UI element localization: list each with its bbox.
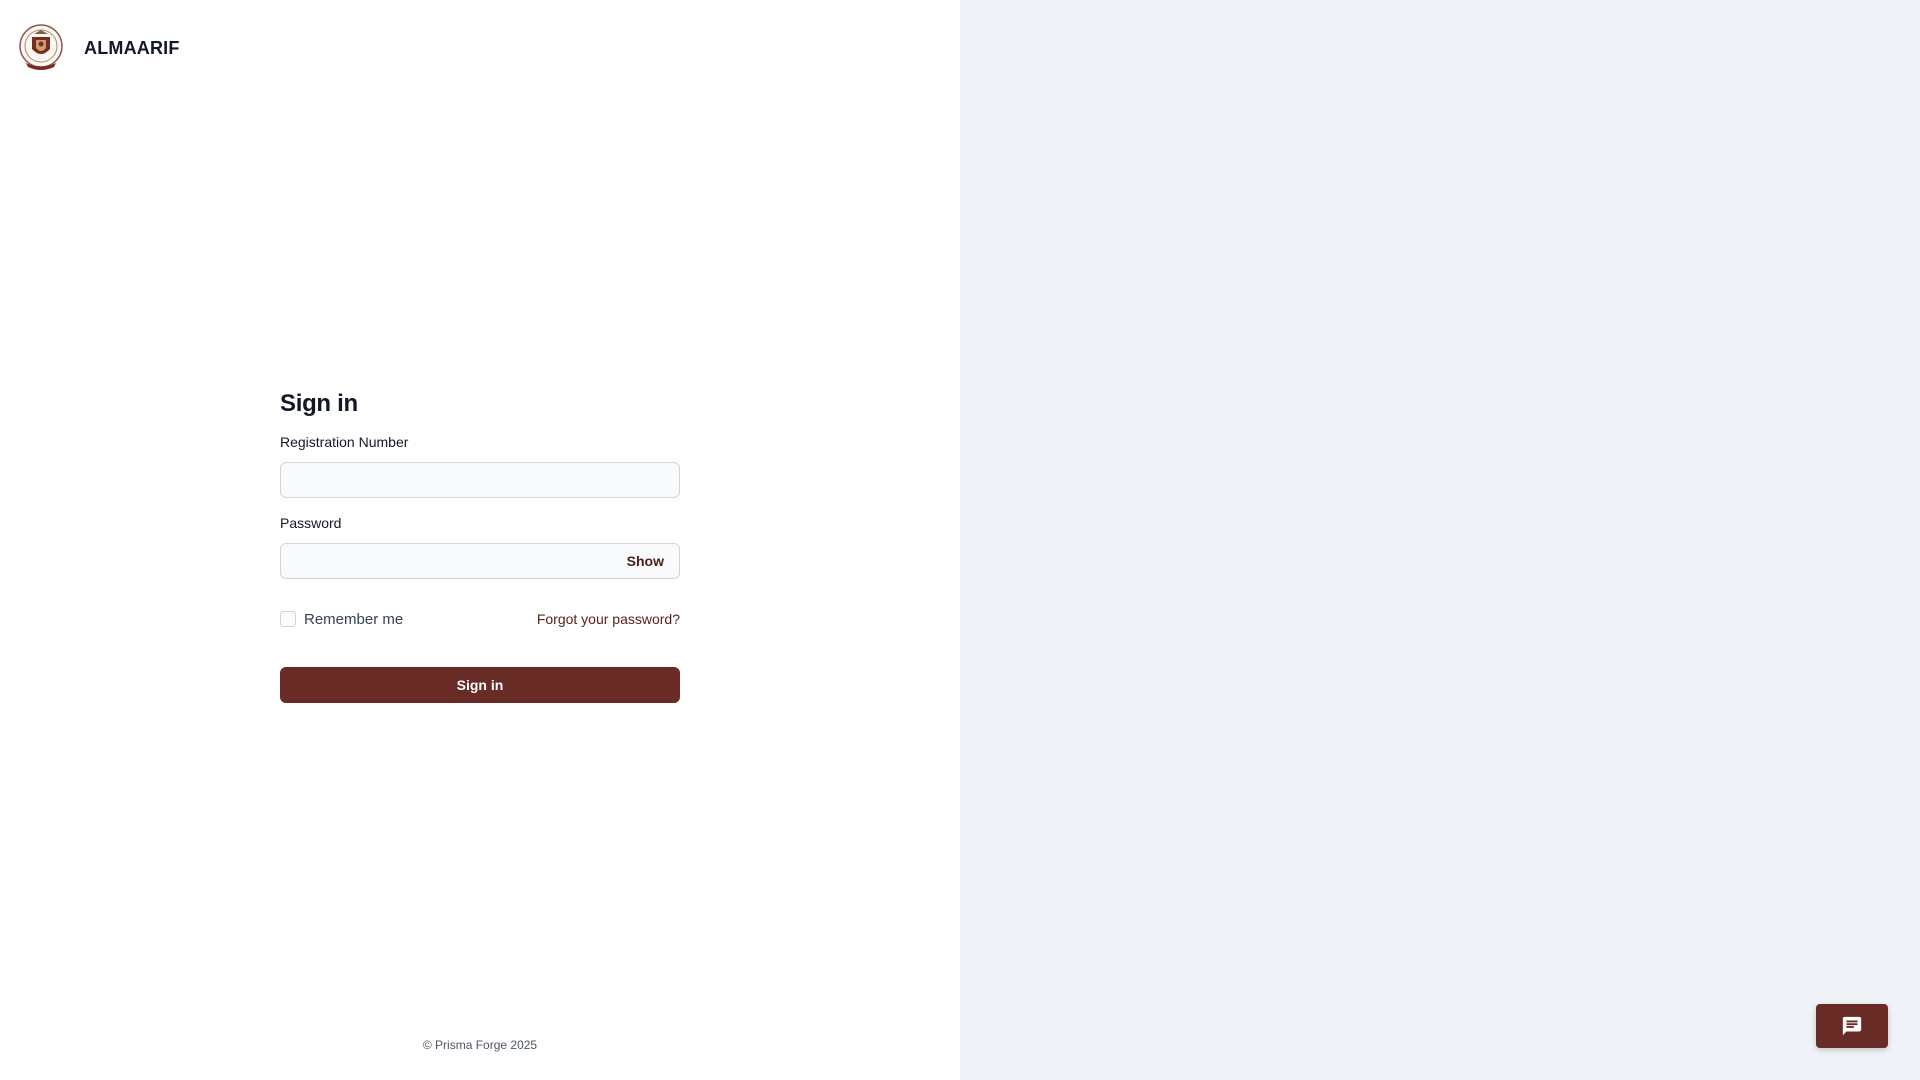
login-panel: ALMAARIF Sign in Registration Number Pas…: [0, 0, 960, 1080]
university-crest-icon: [19, 24, 63, 70]
registration-number-label: Registration Number: [280, 434, 409, 450]
registration-number-wrapper: [280, 462, 680, 498]
show-password-button[interactable]: Show: [627, 543, 664, 579]
password-wrapper: Show: [280, 543, 680, 579]
chat-button[interactable]: [1816, 1004, 1888, 1048]
footer-copyright: © Prisma Forge 2025: [422, 1038, 538, 1052]
options-row: Remember me Forgot your password?: [280, 609, 680, 629]
password-input[interactable]: [280, 543, 680, 579]
remember-me: Remember me: [280, 611, 403, 628]
password-label: Password: [280, 515, 342, 531]
signin-button[interactable]: Sign in: [280, 667, 680, 703]
remember-me-label[interactable]: Remember me: [304, 611, 403, 628]
chat-bubble-icon: [1842, 1016, 1862, 1036]
forgot-password-link[interactable]: Forgot your password?: [537, 611, 680, 627]
registration-number-input[interactable]: [280, 462, 680, 498]
decorative-panel: [960, 0, 1920, 1080]
remember-me-checkbox[interactable]: [280, 611, 296, 627]
brand-header: ALMAARIF: [17, 23, 180, 73]
signin-form: Sign in Registration Number Password Sho…: [280, 390, 680, 703]
page-title: Sign in: [280, 390, 358, 417]
brand-name: ALMAARIF: [84, 37, 180, 58]
